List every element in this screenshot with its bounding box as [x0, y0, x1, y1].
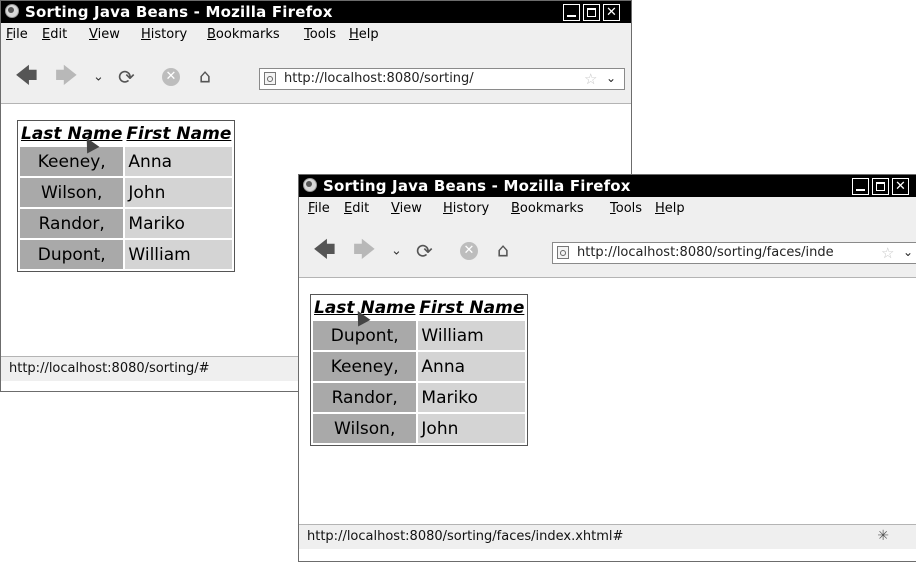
table-row: Keeney, Anna [20, 147, 233, 176]
names-table: Last Name First Name Keeney, Anna Wilson… [17, 120, 236, 272]
stop-icon[interactable]: ✕ [162, 68, 180, 86]
forward-arrow-icon[interactable]: 🡆 [353, 240, 376, 262]
maximize-button[interactable] [583, 4, 600, 21]
url-text[interactable]: http://localhost:8080/sorting/faces/inde [577, 245, 834, 260]
menu-file[interactable]: File [308, 201, 330, 216]
menu-view[interactable]: View [89, 27, 120, 42]
first-name-cell: Mariko [125, 209, 233, 238]
first-name-cell: Anna [125, 147, 233, 176]
back-arrow-icon[interactable]: 🡄 [313, 240, 336, 262]
first-name-header-link[interactable]: First Name [418, 297, 525, 319]
first-name-cell: Mariko [418, 383, 526, 412]
menu-bookmarks[interactable]: Bookmarks [511, 201, 584, 216]
star-icon[interactable]: ☆ [584, 70, 598, 88]
last-name-cell: Dupont, [313, 321, 417, 350]
window-title: Sorting Java Beans - Mozilla Firefox [323, 177, 631, 195]
url-bar[interactable]: http://localhost:8080/sorting/ ☆ ⌄ [259, 68, 625, 90]
table-row: Keeney, Anna [313, 352, 526, 381]
chevron-down-icon[interactable]: ⌄ [93, 71, 104, 84]
last-name-cell: Wilson, [20, 178, 124, 207]
menu-bar: File Edit View History Bookmarks Tools H… [1, 23, 631, 45]
navigation-toolbar: 🡄 🡆 ⌄ ⟳ ✕ ⌂ http://localhost:8080/sortin… [299, 219, 916, 278]
table-row: Randor, Mariko [20, 209, 233, 238]
window-title: Sorting Java Beans - Mozilla Firefox [25, 3, 333, 21]
first-name-cell: Anna [418, 352, 526, 381]
menu-history[interactable]: History [141, 27, 187, 42]
chevron-down-icon[interactable]: ⌄ [391, 245, 402, 258]
last-name-cell: Keeney, [313, 352, 417, 381]
names-table: Last Name First Name Dupont, William Kee… [310, 294, 529, 446]
menu-bar: File Edit View History Bookmarks Tools H… [299, 197, 916, 219]
table-header-row: Last Name First Name [313, 297, 525, 319]
menu-history[interactable]: History [443, 201, 489, 216]
menu-file[interactable]: File [6, 27, 28, 42]
status-text: http://localhost:8080/sorting/# [9, 361, 210, 376]
browser-window-front[interactable]: Sorting Java Beans - Mozilla Firefox ✕ F… [298, 174, 916, 562]
star-icon[interactable]: ☆ [881, 244, 895, 262]
title-bar[interactable]: Sorting Java Beans - Mozilla Firefox ✕ [299, 175, 916, 197]
menu-help[interactable]: Help [349, 27, 379, 42]
url-text[interactable]: http://localhost:8080/sorting/ [284, 71, 474, 86]
menu-tools[interactable]: Tools [610, 201, 642, 216]
first-name-cell: William [125, 240, 233, 269]
url-bar[interactable]: http://localhost:8080/sorting/faces/inde… [552, 242, 916, 264]
reload-icon[interactable]: ⟳ [416, 241, 433, 261]
url-dropdown-icon[interactable]: ⌄ [606, 71, 617, 85]
site-identity-icon[interactable] [264, 72, 276, 85]
first-name-header-link[interactable]: First Name [125, 123, 232, 145]
title-bar[interactable]: Sorting Java Beans - Mozilla Firefox ✕ [1, 1, 631, 23]
menu-view[interactable]: View [391, 201, 422, 216]
menu-tools[interactable]: Tools [304, 27, 336, 42]
first-name-cell: John [418, 414, 526, 443]
first-name-cell: William [418, 321, 526, 350]
home-icon[interactable]: ⌂ [497, 241, 509, 261]
url-dropdown-icon[interactable]: ⌄ [903, 245, 914, 259]
firefox-logo-icon [5, 4, 19, 18]
site-identity-icon[interactable] [557, 246, 569, 259]
menu-bookmarks[interactable]: Bookmarks [207, 27, 280, 42]
maximize-button[interactable] [872, 178, 889, 195]
home-icon[interactable]: ⌂ [199, 67, 211, 87]
first-name-cell: John [125, 178, 233, 207]
stop-icon[interactable]: ✕ [460, 242, 478, 260]
table-row: Randor, Mariko [313, 383, 526, 412]
minimize-button[interactable] [563, 4, 580, 21]
last-name-cell: Keeney, [20, 147, 124, 176]
page-content: Last Name First Name Dupont, William Kee… [299, 278, 916, 524]
table-row: Dupont, William [20, 240, 233, 269]
forward-arrow-icon[interactable]: 🡆 [55, 66, 78, 88]
menu-edit[interactable]: Edit [42, 27, 67, 42]
minimize-button[interactable] [852, 178, 869, 195]
reload-icon[interactable]: ⟳ [118, 67, 135, 87]
table-row: Wilson, John [20, 178, 233, 207]
status-text: http://localhost:8080/sorting/faces/inde… [307, 529, 624, 544]
back-arrow-icon[interactable]: 🡄 [15, 66, 38, 88]
navigation-toolbar: 🡄 🡆 ⌄ ⟳ ✕ ⌂ http://localhost:8080/sortin… [1, 45, 631, 104]
last-name-cell: Dupont, [20, 240, 124, 269]
table-row: Wilson, John [313, 414, 526, 443]
last-name-cell: Randor, [20, 209, 124, 238]
last-name-header-link[interactable]: Last Name [20, 123, 123, 145]
last-name-cell: Randor, [313, 383, 417, 412]
close-button[interactable]: ✕ [603, 4, 620, 21]
close-button[interactable]: ✕ [892, 178, 909, 195]
firefox-logo-icon [303, 178, 317, 192]
table-row: Dupont, William [313, 321, 526, 350]
status-bar: http://localhost:8080/sorting/faces/inde… [299, 524, 916, 549]
last-name-cell: Wilson, [313, 414, 417, 443]
menu-help[interactable]: Help [655, 201, 685, 216]
menu-edit[interactable]: Edit [344, 201, 369, 216]
table-header-row: Last Name First Name [20, 123, 232, 145]
activity-indicator-icon: ✳ [877, 528, 889, 544]
